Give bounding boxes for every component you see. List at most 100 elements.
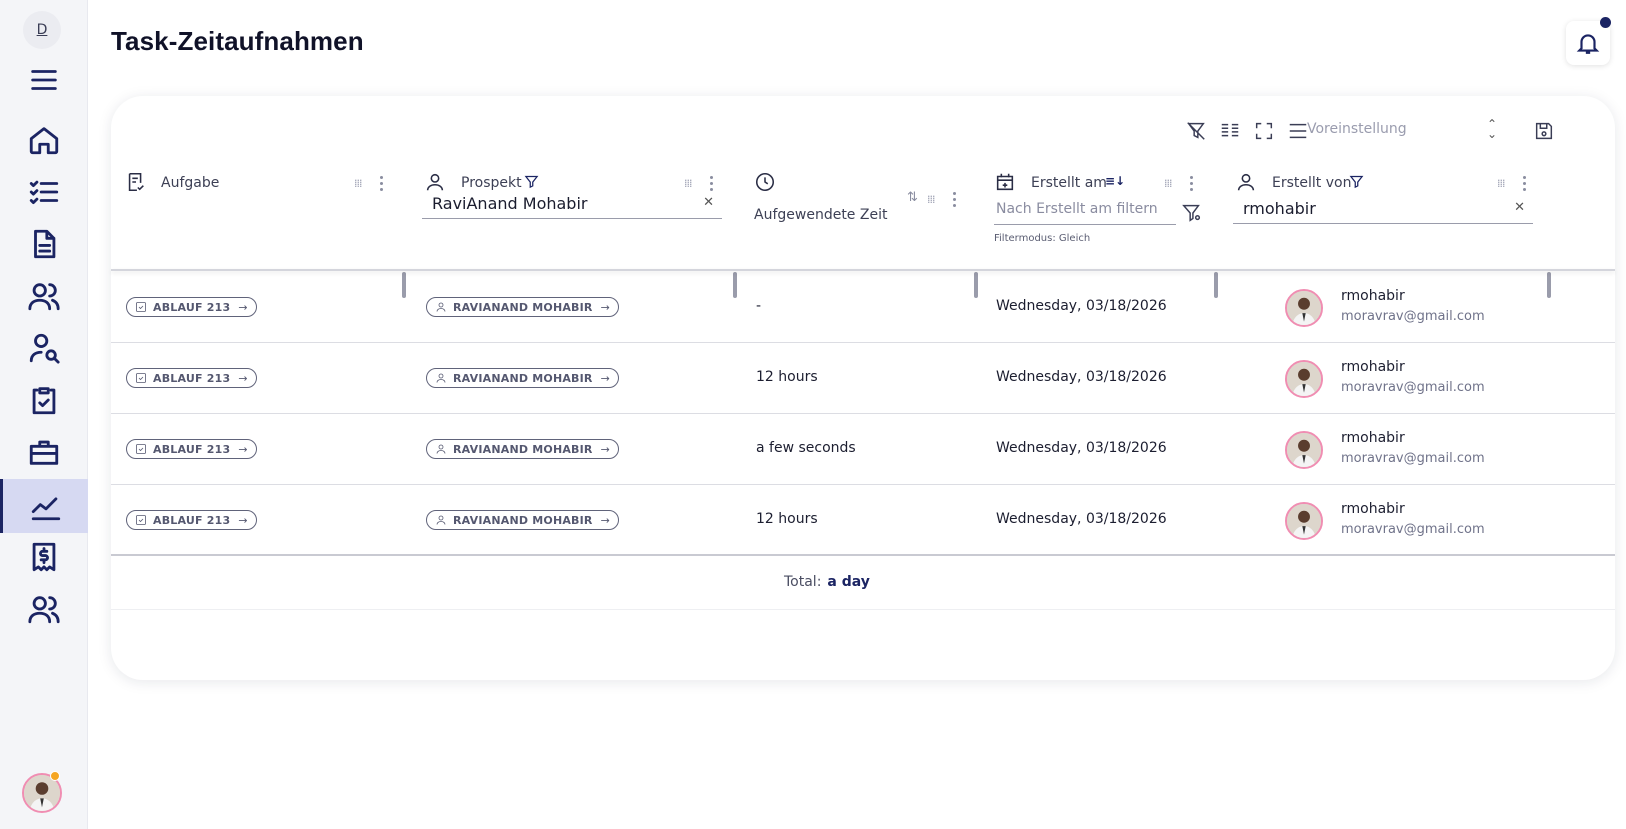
workspace-badge[interactable]: D <box>23 11 61 49</box>
created-at-filter-placeholder: Nach Erstellt am filtern <box>996 201 1158 217</box>
checkbox-icon <box>136 444 146 454</box>
sort-desc-icon[interactable]: ≡↓ <box>1105 174 1125 188</box>
time-cell: 12 hours <box>756 369 818 385</box>
checkbox-icon <box>136 515 146 525</box>
sidebar-item-analytics[interactable] <box>0 479 88 533</box>
filter-settings-icon[interactable] <box>1181 202 1203 228</box>
sidebar-item-home[interactable] <box>0 113 88 167</box>
bell-icon <box>1576 34 1600 54</box>
table-row[interactable]: ABLAUF 213 → RAVIANAND MOHABIR → a few s… <box>111 413 1615 485</box>
column-title-task: Aufgabe <box>161 175 220 191</box>
avatar <box>1285 431 1323 469</box>
sidebar-item-checklists[interactable] <box>0 373 88 427</box>
hamburger-icon <box>31 70 57 90</box>
drag-handle-icon[interactable]: ⁞⁞⁞ <box>1164 177 1172 190</box>
created-by-filter-input[interactable]: rmohabir ✕ <box>1233 196 1533 224</box>
column-menu-icon[interactable] <box>1190 176 1193 194</box>
preset-select[interactable]: Voreinstellung ⌃ ⌄ <box>1307 116 1507 144</box>
prospect-chip-label: RAVIANAND MOHABIR <box>453 300 593 314</box>
home-icon <box>29 127 59 155</box>
table-toolbar: Voreinstellung ⌃ ⌄ <box>1171 114 1601 148</box>
clear-filters-button[interactable] <box>1185 120 1207 142</box>
drag-handle-icon[interactable]: ⁞⁞⁞ <box>927 193 935 206</box>
prospect-chip[interactable]: RAVIANAND MOHABIR → <box>426 368 620 388</box>
task-chip-label: ABLAUF 213 <box>153 442 231 456</box>
sidebar-item-team[interactable] <box>0 582 88 636</box>
column-menu-icon[interactable] <box>953 192 956 210</box>
drag-handle-icon[interactable]: ⁞⁞⁞ <box>1497 177 1505 190</box>
created-at-cell: Wednesday, 03/18/2026 <box>996 369 1167 385</box>
prospect-chip[interactable]: RAVIANAND MOHABIR → <box>426 297 620 317</box>
fullscreen-icon <box>1255 122 1273 140</box>
prospect-filter-value: RaviAnand Mohabir <box>432 194 588 213</box>
sidebar-item-tasks[interactable] <box>0 165 88 219</box>
column-header-created-by[interactable]: Erstellt von ⁞⁞⁞ rmohabir ✕ <box>1233 171 1535 271</box>
density-button[interactable] <box>1287 120 1309 142</box>
column-title-time: Aufgewendete Zeit <box>754 207 888 223</box>
checkbox-icon <box>136 302 146 312</box>
column-menu-icon[interactable] <box>380 176 383 194</box>
column-title-created-at: Erstellt am <box>1031 175 1107 191</box>
arrow-right-icon: → <box>600 513 611 527</box>
sidebar-item-projects[interactable] <box>0 425 88 479</box>
fullscreen-button[interactable] <box>1253 120 1275 142</box>
footer-bottom-divider <box>111 609 1615 610</box>
user-email: moravrav@gmail.com <box>1341 451 1485 466</box>
column-header-task[interactable]: Aufgabe ⁞⁞⁞ <box>125 171 395 271</box>
sidebar-item-documents[interactable] <box>0 217 88 271</box>
menu-toggle-button[interactable] <box>0 53 88 107</box>
notification-dot <box>1600 17 1611 28</box>
columns-button[interactable] <box>1219 120 1241 142</box>
table-row[interactable]: ABLAUF 213 → RAVIANAND MOHABIR → - Wedne… <box>111 271 1615 343</box>
time-records-table: Voreinstellung ⌃ ⌄ Aufgabe ⁞⁞⁞ Prospekt ⁞… <box>111 96 1615 680</box>
sidebar-item-invoices[interactable] <box>0 530 88 584</box>
column-menu-icon[interactable] <box>1523 176 1526 194</box>
sidebar: D <box>0 0 88 829</box>
prospect-chip[interactable]: RAVIANAND MOHABIR → <box>426 510 620 530</box>
prospect-chip-label: RAVIANAND MOHABIR <box>453 371 593 385</box>
table-row[interactable]: ABLAUF 213 → RAVIANAND MOHABIR → 12 hour… <box>111 342 1615 414</box>
task-chip[interactable]: ABLAUF 213 → <box>126 297 257 317</box>
clear-filter-icon[interactable]: ✕ <box>703 195 714 210</box>
column-header-created-at[interactable]: Erstellt am ≡↓ ⁞⁞⁞ Nach Erstellt am filt… <box>994 171 1204 271</box>
task-chip[interactable]: ABLAUF 213 → <box>126 439 257 459</box>
prospect-filter-input[interactable]: RaviAnand Mohabir ✕ <box>422 191 722 219</box>
user-icon <box>436 302 446 312</box>
time-cell: 12 hours <box>756 511 818 527</box>
sidebar-item-contacts[interactable] <box>0 269 88 323</box>
task-chip-label: ABLAUF 213 <box>153 371 231 385</box>
total-summary: Total: a day <box>784 574 870 590</box>
arrow-right-icon: → <box>238 442 248 456</box>
prospect-chip-label: RAVIANAND MOHABIR <box>453 442 593 456</box>
save-preset-button[interactable] <box>1533 120 1555 142</box>
drag-handle-icon[interactable]: ⁞⁞⁞ <box>684 177 692 190</box>
user-icon <box>436 515 446 525</box>
arrow-right-icon: → <box>600 371 611 385</box>
user-name: rmohabir <box>1341 430 1405 446</box>
document-icon <box>34 229 56 259</box>
sidebar-item-prospects[interactable] <box>0 321 88 375</box>
created-at-filter-input[interactable]: Nach Erstellt am filtern <box>994 197 1176 225</box>
prospect-chip-label: RAVIANAND MOHABIR <box>453 513 593 527</box>
task-chip-label: ABLAUF 213 <box>153 513 231 527</box>
chart-line-icon <box>31 497 60 521</box>
prospect-chip[interactable]: RAVIANAND MOHABIR → <box>426 439 620 459</box>
task-chip[interactable]: ABLAUF 213 → <box>126 368 257 388</box>
person-photo-icon <box>1287 362 1321 396</box>
created-at-cell: Wednesday, 03/18/2026 <box>996 511 1167 527</box>
task-list-icon <box>125 171 147 197</box>
column-header-time[interactable]: Aufgewendete Zeit ⇅ ⁞⁞⁞ <box>754 171 964 271</box>
column-header-prospect[interactable]: Prospekt ⁞⁞⁞ RaviAnand Mohabir ✕ <box>422 171 722 271</box>
drag-handle-icon[interactable]: ⁞⁞⁞ <box>354 177 362 190</box>
sort-icon[interactable]: ⇅ <box>907 190 918 205</box>
task-chip[interactable]: ABLAUF 213 → <box>126 510 257 530</box>
user-email: moravrav@gmail.com <box>1341 380 1485 395</box>
clear-filter-icon[interactable]: ✕ <box>1514 200 1525 215</box>
checklist-icon <box>29 180 59 205</box>
team-icon <box>28 596 60 624</box>
table-row[interactable]: ABLAUF 213 → RAVIANAND MOHABIR → 12 hour… <box>111 484 1615 556</box>
save-icon <box>1535 122 1553 140</box>
task-chip-label: ABLAUF 213 <box>153 300 231 314</box>
clock-icon <box>754 171 776 197</box>
arrow-right-icon: → <box>600 442 611 456</box>
